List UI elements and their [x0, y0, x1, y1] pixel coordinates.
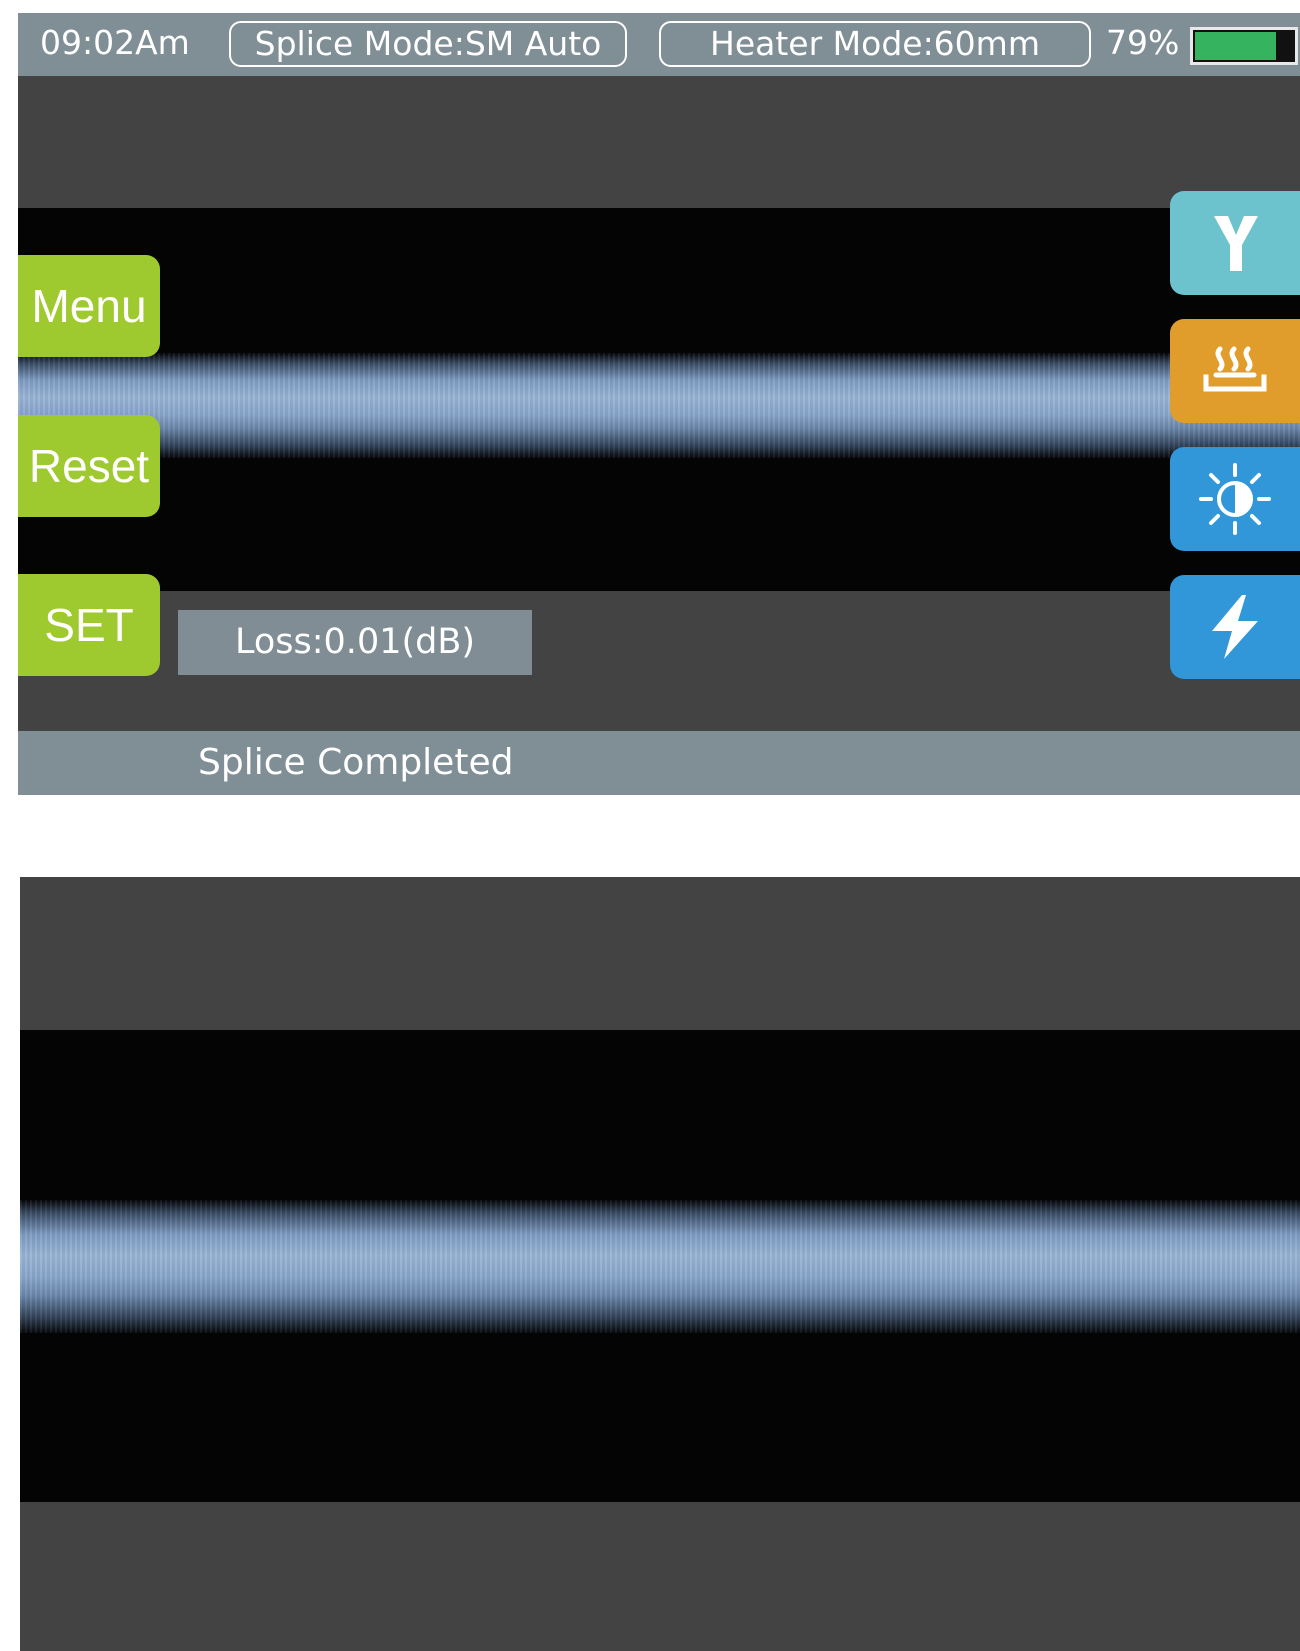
reset-button[interactable]: Reset: [18, 415, 160, 517]
fiber-camera-view: [18, 208, 1300, 591]
battery-level-fill: [1195, 32, 1276, 60]
arc-button[interactable]: [1170, 575, 1300, 679]
splice-loss-readout: Loss:0.01(dB): [178, 610, 532, 675]
battery-percentage: 79%: [1106, 23, 1180, 62]
menu-button[interactable]: Menu: [18, 255, 160, 357]
splice-mode-indicator[interactable]: Splice Mode:SM Auto: [229, 21, 627, 67]
heater-mode-indicator[interactable]: Heater Mode:60mm: [659, 21, 1091, 67]
brightness-icon: [1199, 463, 1271, 535]
spliced-fiber-image: [18, 353, 1300, 458]
splicer-screen-top: 09:02Am Splice Mode:SM Auto Heater Mode:…: [18, 13, 1300, 795]
set-button[interactable]: SET: [18, 574, 160, 676]
y-axis-view-button[interactable]: [1170, 191, 1300, 295]
brightness-button[interactable]: [1170, 447, 1300, 551]
y-axis-icon: [1214, 216, 1258, 271]
status-message: Splice Completed: [198, 742, 514, 783]
battery-icon: [1190, 27, 1298, 65]
clock: 09:02Am: [40, 23, 190, 62]
arc-icon: [1212, 595, 1258, 659]
status-bar: 09:02Am Splice Mode:SM Auto Heater Mode:…: [18, 13, 1300, 76]
heater-icon: [1203, 346, 1267, 392]
heater-button[interactable]: [1170, 319, 1300, 423]
splicer-screen-bottom: [20, 877, 1300, 1651]
fiber-camera-view-zoomed: [20, 1030, 1300, 1502]
message-bar: Splice Completed: [18, 731, 1300, 795]
spliced-fiber-image-zoomed: [20, 1200, 1300, 1333]
